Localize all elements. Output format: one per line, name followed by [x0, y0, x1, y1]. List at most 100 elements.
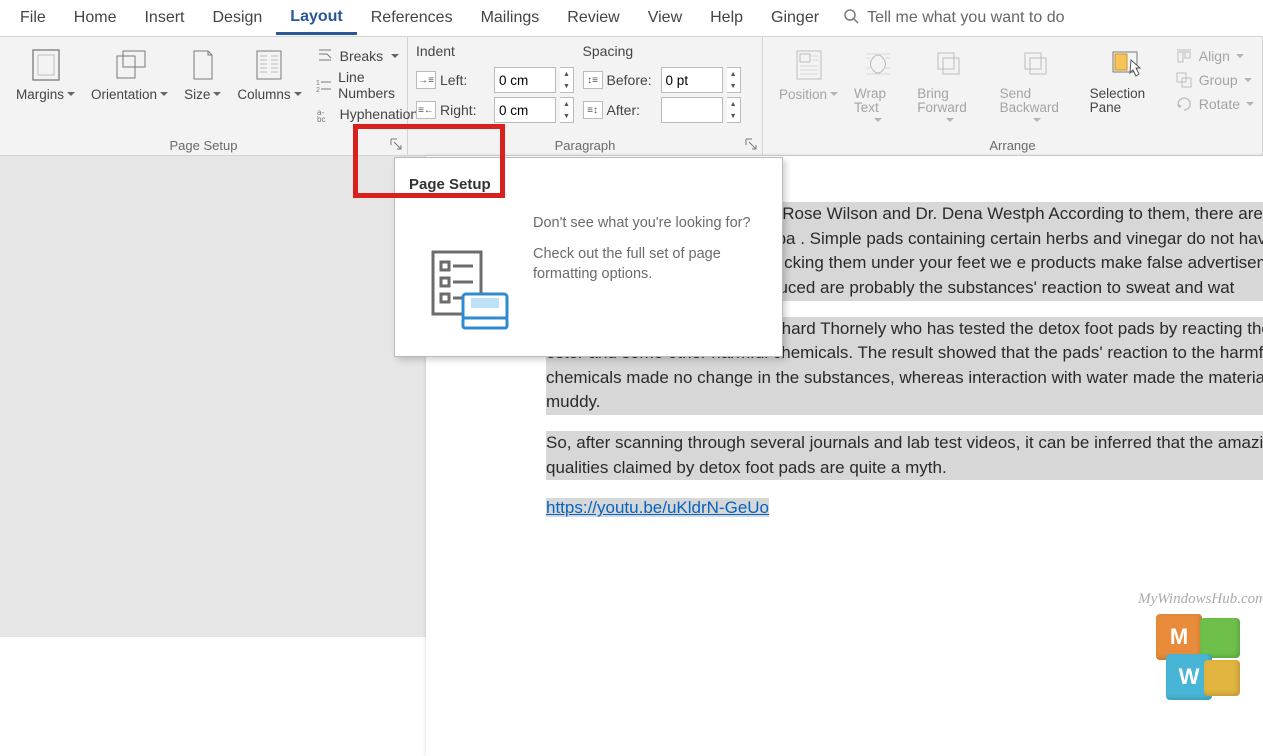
group-label-item: Group — [1199, 72, 1238, 88]
send-backward-label: Send Backward — [1000, 87, 1074, 115]
tell-me-placeholder: Tell me what you want to do — [867, 9, 1064, 27]
spacing-after-input[interactable] — [661, 97, 723, 123]
page-setup-dialog-launcher[interactable] — [388, 136, 404, 152]
chevron-down-icon — [1236, 54, 1244, 59]
spacing-heading: Spacing — [583, 43, 754, 59]
spacing-after-spinner[interactable]: ▲▼ — [727, 97, 741, 123]
group-arrange: Arrange Position Wrap Text Bring Forward… — [763, 37, 1263, 155]
group-button[interactable]: Group — [1175, 71, 1254, 89]
indent-left-input[interactable] — [494, 67, 556, 93]
indent-right-input[interactable] — [494, 97, 556, 123]
line-numbers-label: Line Numbers — [338, 69, 418, 101]
group-label-paragraph: Paragraph — [408, 138, 762, 153]
chevron-down-icon — [946, 118, 954, 123]
position-icon — [791, 47, 827, 83]
tab-help[interactable]: Help — [696, 3, 757, 33]
bring-forward-label: Bring Forward — [917, 87, 983, 115]
watermark-tile-green — [1200, 618, 1240, 658]
chevron-down-icon — [830, 92, 838, 97]
columns-label: Columns — [237, 87, 290, 102]
spacing-before-spinner[interactable]: ▲▼ — [727, 67, 741, 93]
watermark: MyWindowsHub.com M W — [1138, 591, 1263, 706]
watermark-text: MyWindowsHub.com — [1138, 591, 1263, 608]
svg-text:bc: bc — [317, 115, 325, 122]
spacing-before-label: Before: — [607, 72, 657, 88]
svg-text:2: 2 — [316, 87, 320, 93]
indent-right-label: Right: — [440, 102, 490, 118]
position-button[interactable]: Position — [771, 41, 846, 137]
tab-mailings[interactable]: Mailings — [467, 3, 554, 33]
watermark-tile-yellow — [1204, 660, 1240, 696]
chevron-down-icon — [1033, 118, 1041, 123]
margins-button[interactable]: Margins — [8, 41, 83, 137]
chevron-down-icon — [67, 92, 75, 97]
position-label: Position — [779, 87, 827, 102]
tab-review[interactable]: Review — [553, 3, 633, 33]
group-paragraph: Paragraph Indent →≡ Left: ▲▼ ≡← Right: ▲… — [408, 37, 763, 155]
rotate-button[interactable]: Rotate — [1175, 95, 1254, 113]
indent-heading: Indent — [416, 43, 583, 59]
align-button[interactable]: Align — [1175, 47, 1254, 65]
size-button[interactable]: Size — [176, 41, 229, 137]
bring-forward-button[interactable]: Bring Forward — [909, 41, 991, 137]
tell-me-search[interactable]: Tell me what you want to do — [843, 8, 1064, 28]
chevron-down-icon — [1244, 78, 1252, 83]
search-icon — [843, 8, 859, 28]
menu-bar: File Home Insert Design Layout Reference… — [0, 0, 1263, 36]
tab-insert[interactable]: Insert — [130, 3, 198, 33]
columns-button[interactable]: Columns — [229, 41, 309, 137]
breaks-label: Breaks — [340, 48, 384, 64]
rotate-icon — [1175, 95, 1193, 113]
bring-forward-icon — [932, 47, 968, 83]
tab-design[interactable]: Design — [198, 3, 276, 33]
margins-icon — [28, 47, 64, 83]
document-hyperlink[interactable]: https://youtu.be/uKldrN-GeUo — [546, 498, 769, 517]
orientation-icon — [112, 47, 148, 83]
group-page-setup: Page Setup Margins Orientation Size — [0, 37, 408, 155]
group-icon — [1175, 71, 1193, 89]
group-label-arrange: Arrange — [763, 138, 1262, 153]
orientation-label: Orientation — [91, 87, 157, 102]
send-backward-icon — [1019, 47, 1055, 83]
tab-file[interactable]: File — [6, 3, 60, 33]
align-label: Align — [1199, 48, 1230, 64]
paragraph-dialog-launcher[interactable] — [743, 136, 759, 152]
margins-label: Margins — [16, 87, 64, 102]
selection-pane-button[interactable]: Selection Pane — [1082, 41, 1169, 137]
chevron-down-icon — [1246, 102, 1254, 107]
tab-ginger[interactable]: Ginger — [757, 3, 833, 33]
indent-right-spinner[interactable]: ▲▼ — [560, 97, 574, 123]
hyphenation-label: Hyphenation — [340, 106, 419, 122]
align-icon — [1175, 47, 1193, 65]
spacing-before-input[interactable] — [661, 67, 723, 93]
columns-icon — [251, 47, 287, 83]
indent-right-icon: ≡← — [416, 101, 436, 119]
wrap-text-label: Wrap Text — [854, 87, 901, 115]
ribbon: Page Setup Margins Orientation Size — [0, 36, 1263, 156]
tab-view[interactable]: View — [634, 3, 696, 33]
send-backward-button[interactable]: Send Backward — [992, 41, 1082, 137]
selection-pane-icon — [1107, 47, 1143, 83]
tab-layout[interactable]: Layout — [276, 2, 356, 35]
tab-references[interactable]: References — [357, 3, 467, 33]
indent-left-label: Left: — [440, 72, 490, 88]
tab-home[interactable]: Home — [60, 3, 131, 33]
tooltip-title: Page Setup — [409, 176, 764, 193]
page-setup-tooltip: Page Setup Don't see what you're looking… — [394, 157, 783, 357]
tooltip-desc-1: Don't see what you're looking for? — [533, 215, 764, 231]
chevron-down-icon — [160, 92, 168, 97]
spacing-before-icon: ↕≡ — [583, 71, 603, 89]
document-paragraph[interactable]: So, after scanning through several journ… — [546, 431, 1263, 480]
indent-left-icon: →≡ — [416, 71, 436, 89]
orientation-button[interactable]: Orientation — [83, 41, 176, 137]
svg-text:1: 1 — [316, 80, 320, 87]
size-label: Size — [184, 87, 210, 102]
wrap-text-button[interactable]: Wrap Text — [846, 41, 909, 137]
breaks-icon — [316, 47, 334, 65]
selection-pane-label: Selection Pane — [1090, 87, 1161, 115]
spacing-after-label: After: — [607, 102, 657, 118]
page-setup-tooltip-icon — [427, 248, 511, 337]
wrap-text-icon — [860, 47, 896, 83]
indent-left-spinner[interactable]: ▲▼ — [560, 67, 574, 93]
watermark-logo: M W — [1156, 614, 1248, 706]
